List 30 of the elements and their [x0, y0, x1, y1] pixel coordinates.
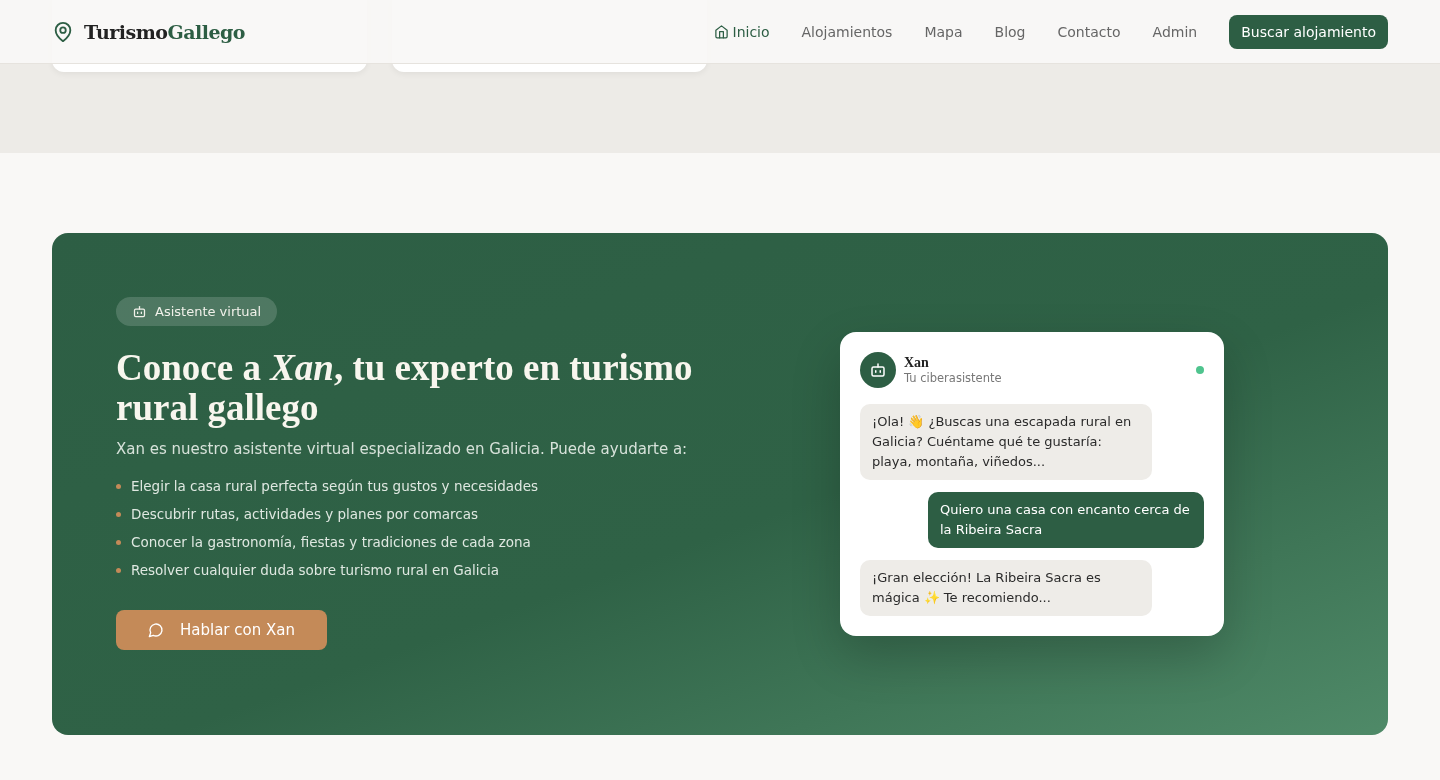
- nav-link[interactable]: Blog: [994, 23, 1026, 40]
- bullet-dot: [116, 483, 121, 489]
- feature-text: Elegir la casa rural perfecta según tus gustos y necesidades: [131, 478, 539, 494]
- chat-bubble-icon: [148, 622, 164, 638]
- bot-message: ¡Gran elección! La Ribeira Sacra es mágica ✨ Te recomiendo...: [860, 560, 1152, 616]
- section-heading: Conoce a Xan, tu experto en turismo rural gallego: [116, 348, 694, 428]
- robot-icon: [132, 304, 147, 319]
- assistant-subtitle: Tu ciberasistente: [904, 371, 1002, 385]
- user-message: Quiero una casa con encanto cerca de la Ribeira Sacra: [928, 492, 1204, 548]
- feature-text: Descubrir rutas, actividades y planes por comarcas: [131, 506, 479, 522]
- feature-text: Resolver cualquier duda sobre turismo rural en Galicia: [131, 562, 499, 578]
- map-pin-icon: [52, 20, 74, 43]
- nav-link[interactable]: Contacto: [1057, 23, 1121, 40]
- intro-text: Xan es nuestro asistente virtual especializado en Galicia. Puede ayudarte a:: [116, 440, 689, 458]
- nav-link[interactable]: Inicio: [713, 23, 770, 40]
- assistant-badge: Asistente virtual: [116, 297, 278, 326]
- nav-link[interactable]: Alojamientos: [801, 23, 893, 40]
- home-icon: [713, 24, 729, 39]
- site-logo[interactable]: TurismoGallego: [84, 20, 245, 43]
- bot-message: ¡Ola! 👋 ¿Buscas una escapada rural en Galicia? Cuéntame qué te gustaría: playa, montaña, viñedos...: [860, 404, 1152, 480]
- bullet-dot: [116, 567, 121, 573]
- feature-text: Conocer la gastronomía, fiestas y tradiciones de cada zona: [131, 534, 531, 550]
- assistant-name: Xan: [904, 355, 930, 371]
- bullet-dot: [116, 511, 121, 517]
- bullet-dot: [116, 539, 121, 545]
- nav-link[interactable]: Admin: [1152, 23, 1198, 40]
- robot-icon: [869, 361, 887, 379]
- nav-link[interactable]: Mapa: [924, 23, 963, 40]
- talk-to-xan-button[interactable]: Hablar con Xan: [116, 610, 327, 650]
- search-accommodation-button[interactable]: Buscar alojamiento: [1229, 14, 1388, 49]
